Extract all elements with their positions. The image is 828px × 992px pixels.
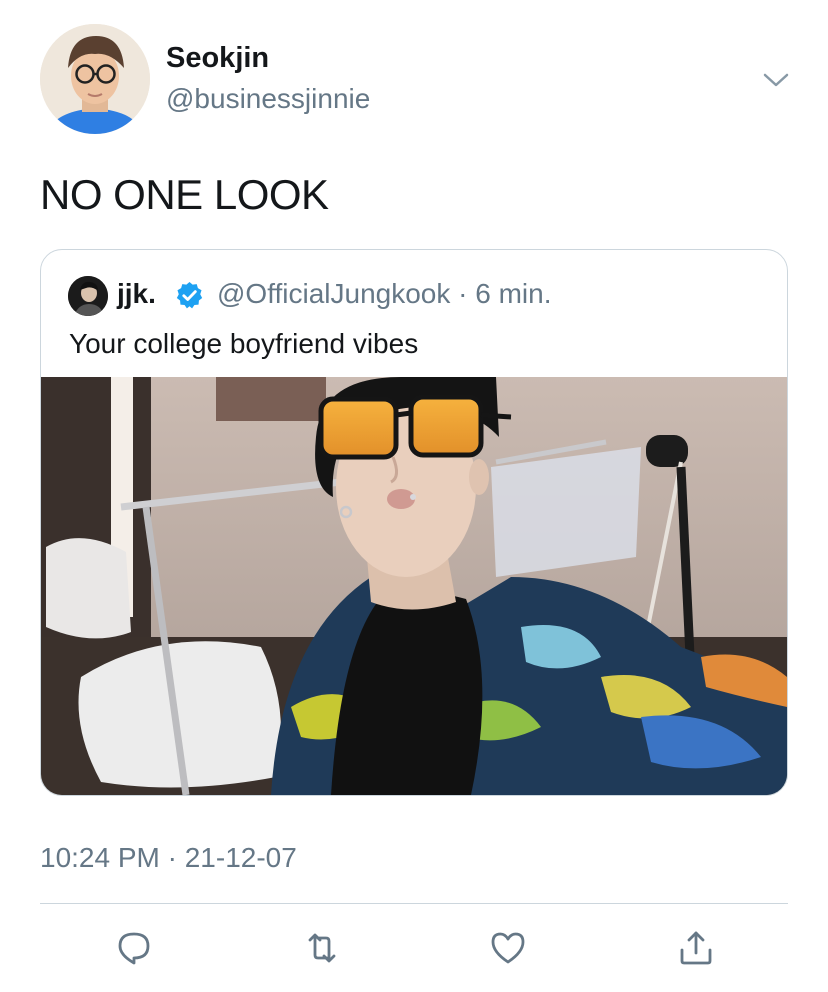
- selfie-image: [41, 377, 787, 795]
- author-avatar[interactable]: [40, 24, 150, 134]
- like-button[interactable]: [488, 928, 528, 968]
- retweet-button[interactable]: [302, 928, 342, 968]
- chevron-down-icon[interactable]: [760, 64, 792, 96]
- avatar-image: [40, 24, 150, 134]
- quote-text: Your college boyfriend vibes: [69, 328, 419, 359]
- retweet-icon: [308, 933, 336, 963]
- share-icon: [680, 931, 712, 965]
- quoted-tweet[interactable]: jjk. @OfficialJungkook · 6 min. Your col…: [40, 249, 788, 796]
- quote-display-name[interactable]: jjk.: [117, 276, 156, 312]
- quote-photo[interactable]: [41, 377, 787, 795]
- divider: [40, 903, 788, 904]
- tweet-timestamp[interactable]: 10:24 PM · 21-12-07: [40, 840, 297, 876]
- author-display-name[interactable]: Seokjin: [166, 40, 269, 76]
- share-button[interactable]: [676, 928, 716, 968]
- tweet-text: NO ONE LOOK: [40, 171, 329, 218]
- verified-badge-icon: [174, 280, 205, 311]
- reply-icon: [118, 932, 150, 965]
- quote-avatar[interactable]: [68, 276, 108, 316]
- reply-button[interactable]: [114, 928, 154, 968]
- heart-icon: [491, 932, 525, 964]
- author-handle[interactable]: @businessjinnie: [166, 82, 370, 116]
- quote-avatar-image: [68, 276, 108, 316]
- quote-handle-and-time[interactable]: @OfficialJungkook · 6 min.: [217, 276, 551, 312]
